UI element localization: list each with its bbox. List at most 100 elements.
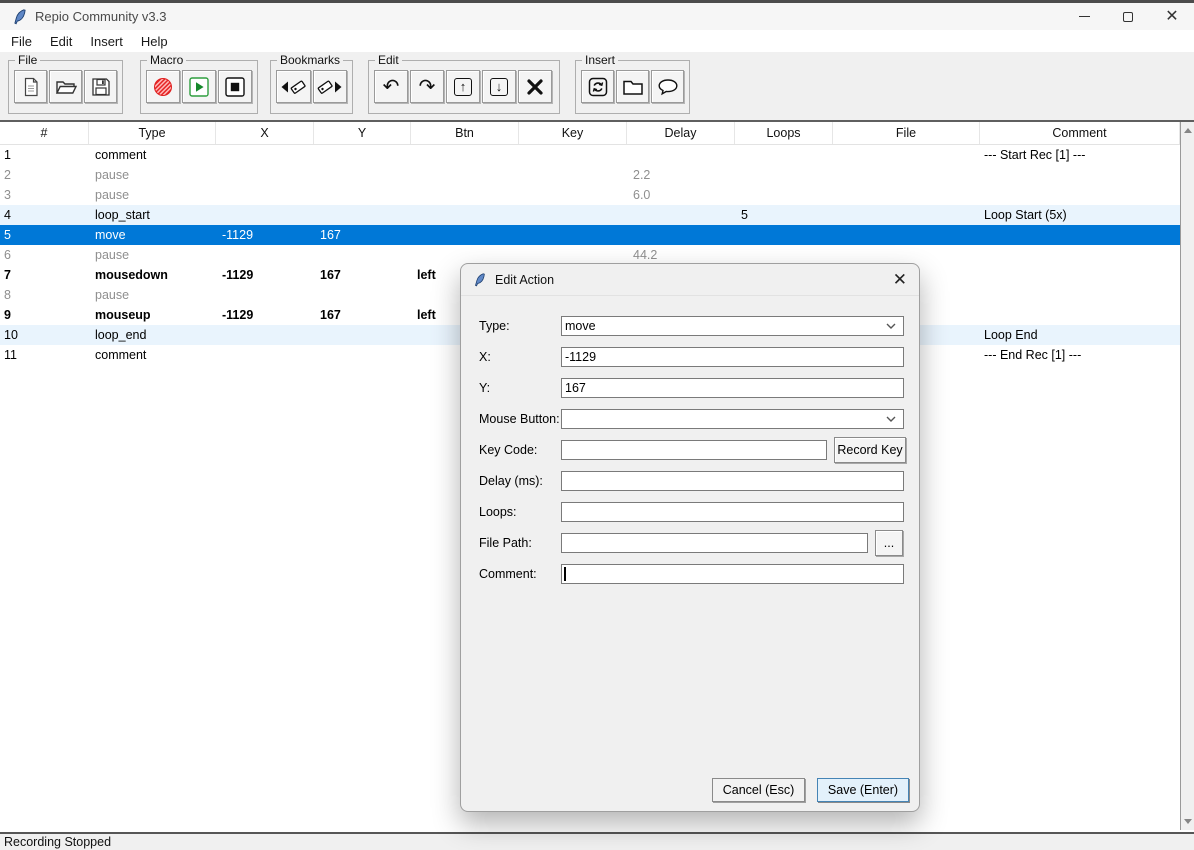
cell-x [216,325,314,345]
insert-file-button[interactable] [616,70,649,103]
loops-field[interactable] [561,502,904,522]
key-code-field[interactable] [561,440,827,460]
key-code-label: Key Code: [479,443,561,457]
insert-comment-button[interactable] [651,70,684,103]
table-row[interactable]: 2pause2.2 [0,165,1180,185]
browse-file-button[interactable]: ... [875,530,903,556]
column-header[interactable]: Loops [735,122,833,144]
save-button[interactable]: Save (Enter) [817,778,909,802]
cell-btn [411,185,519,205]
column-header[interactable]: X [216,122,314,144]
save-file-button[interactable] [84,70,117,103]
insert-loop-button[interactable] [581,70,614,103]
record-key-button[interactable]: Record Key [834,437,906,463]
cell-type: mousedown [89,265,216,285]
delay-label: Delay (ms): [479,474,561,488]
new-file-button[interactable] [14,70,47,103]
table-row[interactable]: 5move-1129167 [0,225,1180,245]
cell-comment [980,185,1180,205]
redo-button[interactable]: ↷ [410,70,444,103]
cell-num: 5 [0,225,89,245]
table-row[interactable]: 6pause44.2 [0,245,1180,265]
dialog-close-icon[interactable]: ✕ [893,271,907,288]
x-field[interactable] [561,347,904,367]
menu-edit[interactable]: Edit [41,32,81,51]
maximize-icon [1123,12,1133,22]
cell-y: 167 [314,225,411,245]
column-header[interactable]: Type [89,122,216,144]
group-label-bookmarks: Bookmarks [277,53,343,67]
cell-delay: 6.0 [627,185,735,205]
dialog-title-bar: Edit Action ✕ [461,264,919,296]
comment-field[interactable] [561,564,904,584]
cell-type: mouseup [89,305,216,325]
bookmark-next-button[interactable] [313,70,348,103]
cell-delay [627,205,735,225]
column-header[interactable]: Btn [411,122,519,144]
column-header[interactable]: Delay [627,122,735,144]
column-header[interactable]: Y [314,122,411,144]
action-table-header: #TypeXYBtnKeyDelayLoopsFileComment [0,122,1180,145]
type-select[interactable]: move [561,316,904,336]
insert-file-icon [622,78,644,96]
mouse-button-select[interactable] [561,409,904,429]
delete-button[interactable] [518,70,552,103]
app-feather-icon [12,9,27,25]
cell-comment [980,245,1180,265]
table-row[interactable]: 1comment--- Start Rec [1] --- [0,145,1180,165]
move-down-button[interactable]: ↓ [482,70,516,103]
open-file-button[interactable] [49,70,82,103]
cell-btn [411,225,519,245]
field-row-y: Y: [461,378,919,397]
close-button[interactable]: ✕ [1150,3,1194,30]
cell-x [216,285,314,305]
cell-x: -1129 [216,225,314,245]
maximize-button[interactable] [1106,3,1150,30]
table-row[interactable]: 4loop_start5Loop Start (5x) [0,205,1180,225]
table-row[interactable]: 3pause6.0 [0,185,1180,205]
cell-num: 10 [0,325,89,345]
column-header[interactable]: # [0,122,89,144]
minimize-button[interactable] [1062,3,1106,30]
field-row-x: X: [461,347,919,366]
play-button[interactable] [182,70,216,103]
bookmark-previous-button[interactable] [276,70,311,103]
column-header[interactable]: File [833,122,980,144]
stop-button[interactable] [218,70,252,103]
edit-action-dialog: Edit Action ✕ Type: move X: Y: [460,263,920,812]
delay-field[interactable] [561,471,904,491]
cell-file [833,205,980,225]
scroll-down-icon[interactable] [1184,819,1192,824]
cell-y [314,285,411,305]
file-path-field[interactable] [561,533,868,553]
cell-y: 167 [314,265,411,285]
cell-file [833,165,980,185]
table-scrollbar[interactable] [1180,122,1194,830]
undo-button[interactable]: ↶ [374,70,408,103]
column-header[interactable]: Key [519,122,627,144]
scroll-up-icon[interactable] [1184,128,1192,133]
cell-num: 1 [0,145,89,165]
toolbar-group-file: File [8,60,123,114]
status-bar: Recording Stopped [0,832,1194,850]
move-up-button[interactable]: ↑ [446,70,480,103]
title-bar: Repio Community v3.3 ✕ [0,3,1194,30]
cell-delay [627,145,735,165]
record-icon [153,77,173,97]
cell-comment: Loop Start (5x) [980,205,1180,225]
loops-label: Loops: [479,505,561,519]
chevron-down-icon [886,323,896,329]
y-field[interactable] [561,378,904,398]
record-button[interactable] [146,70,180,103]
cell-key [519,145,627,165]
cell-loops: 5 [735,205,833,225]
toolbar-group-edit: Edit ↶ ↷ ↑ ↓ [368,60,560,114]
cell-comment: --- Start Rec [1] --- [980,145,1180,165]
menu-help[interactable]: Help [132,32,177,51]
cell-btn [411,145,519,165]
menu-file[interactable]: File [2,32,41,51]
cancel-button[interactable]: Cancel (Esc) [712,778,805,802]
column-header[interactable]: Comment [980,122,1180,144]
menu-insert[interactable]: Insert [81,32,132,51]
cell-y: 167 [314,305,411,325]
